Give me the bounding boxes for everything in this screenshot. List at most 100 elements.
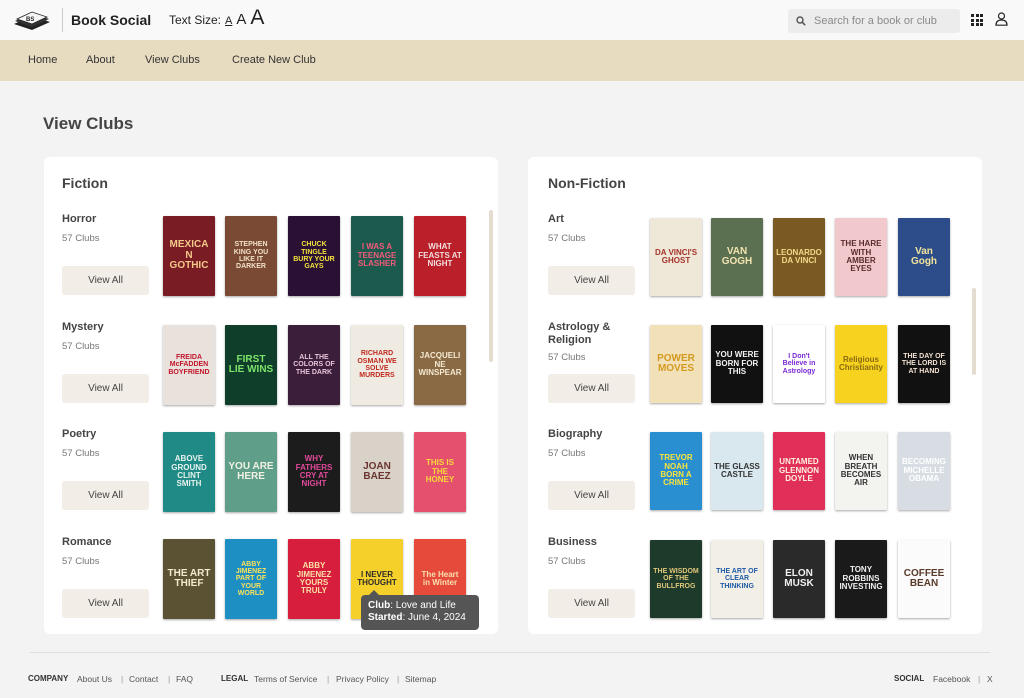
book-cover[interactable]: DA VINCI'S GHOST (650, 218, 702, 296)
nav-about[interactable]: About (86, 54, 115, 66)
book-cover[interactable]: THIS IS THE HONEY (414, 432, 466, 512)
book-cover[interactable]: Religious Christianity (835, 325, 887, 403)
book-cover[interactable]: YOU ARE HERE (225, 432, 277, 512)
non-fiction-panel: Non-Fiction Art 57 Clubs View All DA VINCI'… (528, 157, 982, 634)
book-cover[interactable]: TREVOR NOAH BORN A CRIME (650, 432, 702, 510)
book-cover[interactable]: UNTAMED GLENNON DOYLE (773, 432, 825, 510)
view-all-button-art[interactable]: View All (548, 266, 635, 295)
category-name-astrology-religion[interactable]: Astrology & Religion (548, 321, 630, 347)
book-cover[interactable]: MEXICAN GOTHIC (163, 216, 215, 296)
book-cover-title: ELON MUSK (784, 567, 814, 589)
category-name-horror[interactable]: Horror (62, 213, 144, 226)
category-name-biography[interactable]: Biography (548, 428, 630, 441)
book-cover[interactable]: THE HARE WITH AMBER EYES (835, 218, 887, 296)
book-cover[interactable]: Van Gogh (898, 218, 950, 296)
book-cover-title: YOU WERE BORN FOR THIS (715, 350, 759, 377)
book-cover[interactable]: THE DAY OF THE LORD IS AT HAND (898, 325, 950, 403)
footer-separator: | (397, 674, 400, 684)
book-cover[interactable]: ELON MUSK (773, 540, 825, 618)
text-size-medium[interactable]: A (236, 11, 246, 28)
book-social-logo[interactable]: BS (12, 10, 52, 32)
view-all-button-romance[interactable]: View All (62, 589, 149, 618)
footer-link-faq[interactable]: FAQ (176, 674, 193, 684)
view-all-button-biography[interactable]: View All (548, 481, 635, 510)
view-all-button-poetry[interactable]: View All (62, 481, 149, 510)
book-cover[interactable]: THE ART THIEF (163, 539, 215, 619)
book-cover[interactable]: STEPHEN KING YOU LIKE IT DARKER (225, 216, 277, 296)
text-size-small[interactable]: A (225, 15, 232, 27)
book-cover[interactable]: BECOMING MICHELLE OBAMA (898, 432, 950, 510)
book-cover[interactable]: THE ART OF CLEAR THINKING (711, 540, 763, 618)
text-size-label: Text Size: (169, 13, 222, 27)
book-cover[interactable]: THE GLASS CASTLE (711, 432, 763, 510)
club-tooltip: Club: Love and Life Started: June 4, 202… (361, 590, 479, 630)
scrollbar[interactable] (972, 288, 976, 375)
book-cover-title: THE DAY OF THE LORD IS AT HAND (901, 352, 947, 375)
user-icon[interactable] (995, 12, 1008, 26)
footer-link-x[interactable]: X (987, 674, 993, 684)
scrollbar[interactable] (489, 210, 493, 362)
view-all-button-mystery[interactable]: View All (62, 374, 149, 403)
book-cover[interactable]: VAN GOGH (711, 218, 763, 296)
book-cover-title: VAN GOGH (721, 245, 753, 267)
nav-view-clubs[interactable]: View Clubs (145, 54, 200, 66)
page-title: View Clubs (43, 114, 134, 133)
view-all-button-horror[interactable]: View All (62, 266, 149, 295)
text-size-large[interactable]: A (250, 6, 264, 30)
brand-name[interactable]: Book Social (71, 12, 151, 28)
footer-link-about-us[interactable]: About Us (77, 674, 112, 684)
footer-link-facebook[interactable]: Facebook (933, 674, 970, 684)
book-cover[interactable]: YOU WERE BORN FOR THIS (711, 325, 763, 403)
book-cover[interactable]: LEONARDO DA VINCI (773, 218, 825, 296)
book-cover[interactable]: WHY FATHERS CRY AT NIGHT (288, 432, 340, 512)
book-cover-title: I NEVER THOUGHT (357, 569, 397, 587)
book-cover-title: POWER MOVES (657, 352, 695, 374)
book-cover[interactable]: TONY ROBBINS INVESTING (835, 540, 887, 618)
book-cover[interactable]: I WAS A TEENAGE SLASHER (351, 216, 403, 296)
book-cover-title: WHEN BREATH BECOMES AIR (840, 453, 882, 488)
category-club-count: 57 Clubs (62, 448, 100, 459)
footer-link-privacy[interactable]: Privacy Policy (336, 674, 389, 684)
panel-title: Fiction (62, 175, 108, 191)
nav-create-new-club[interactable]: Create New Club (232, 54, 316, 66)
book-cover-title: DA VINCI'S GHOST (654, 247, 698, 265)
category-name-art[interactable]: Art (548, 213, 630, 226)
book-cover[interactable]: FIRST LIE WINS (225, 325, 277, 405)
book-cover[interactable]: POWER MOVES (650, 325, 702, 403)
search-input[interactable] (814, 15, 954, 27)
fiction-panel: Fiction Horror 57 Clubs View All MEXICAN GO… (44, 157, 498, 634)
category-name-mystery[interactable]: Mystery (62, 321, 144, 334)
view-all-button-astrology-religion[interactable]: View All (548, 374, 635, 403)
book-cover-title: UNTAMED GLENNON DOYLE (779, 457, 819, 484)
footer-link-contact[interactable]: Contact (129, 674, 158, 684)
footer-link-terms[interactable]: Terms of Service (254, 674, 317, 684)
category-name-poetry[interactable]: Poetry (62, 428, 144, 441)
book-cover-title: TREVOR NOAH BORN A CRIME (659, 453, 693, 488)
category-name-business[interactable]: Business (548, 536, 630, 549)
footer-company-label: COMPANY (28, 674, 69, 683)
book-cover[interactable]: JACQUELINE WINSPEAR (414, 325, 466, 405)
book-cover[interactable]: RICHARD OSMAN WE SOLVE MURDERS (351, 325, 403, 405)
book-cover[interactable]: JOAN BAEZ (351, 432, 403, 512)
category-name-romance[interactable]: Romance (62, 536, 144, 549)
book-cover[interactable]: ABBY JIMENEZ YOURS TRULY (288, 539, 340, 619)
book-cover[interactable]: ALL THE COLORS OF THE DARK (288, 325, 340, 405)
book-cover[interactable]: COFFEE BEAN (898, 540, 950, 618)
book-cover[interactable]: WHEN BREATH BECOMES AIR (835, 432, 887, 510)
book-cover[interactable]: THE WISDOM OF THE BULLFROG (650, 540, 702, 618)
book-cover[interactable]: CHUCK TINGLE BURY YOUR GAYS (288, 216, 340, 296)
footer-link-sitemap[interactable]: Sitemap (405, 674, 436, 684)
book-cover[interactable]: ABOVE GROUND CLINT SMITH (163, 432, 215, 512)
view-all-button-business[interactable]: View All (548, 589, 635, 618)
book-cover[interactable]: ABBY JIMENEZ PART OF YOUR WORLD (225, 539, 277, 619)
nav-home[interactable]: Home (28, 54, 57, 66)
search-icon (796, 16, 806, 26)
panel-title: Non-Fiction (548, 175, 626, 191)
book-cover[interactable]: I Don't Believe in Astrology (773, 325, 825, 403)
book-cover[interactable]: WHAT FEASTS AT NIGHT (414, 216, 466, 296)
book-cover[interactable]: FREIDA McFADDEN BOYFRIEND (163, 325, 215, 405)
apps-grid-icon[interactable] (971, 14, 983, 26)
footer-divider (30, 652, 990, 653)
category-club-count: 57 Clubs (548, 233, 586, 244)
main-nav: Home About View Clubs Create New Club (0, 40, 1024, 81)
